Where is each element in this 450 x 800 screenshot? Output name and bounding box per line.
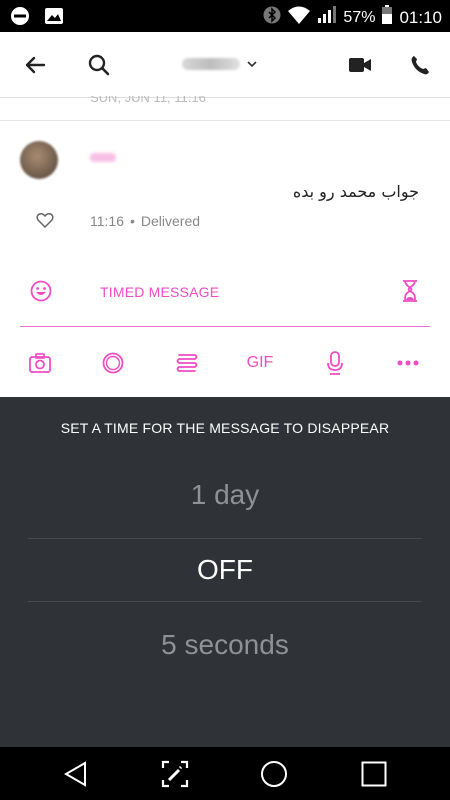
chat-header — [0, 32, 450, 98]
triangle-back-icon — [64, 761, 86, 787]
circle-icon — [102, 352, 124, 374]
nav-home-button[interactable] — [259, 759, 289, 789]
sender-name — [90, 153, 116, 162]
camera-button[interactable] — [26, 350, 54, 376]
meta-separator: • — [130, 213, 135, 229]
phone-icon — [411, 56, 429, 75]
picker-option-off[interactable]: OFF — [0, 554, 450, 586]
battery-percent: 57% — [343, 8, 376, 26]
circle-button[interactable] — [99, 350, 127, 376]
avatar[interactable] — [20, 141, 58, 179]
clock: 01:10 — [399, 7, 442, 27]
composer-toolbar: GIF — [0, 342, 450, 382]
picker-title: SET A TIME FOR THE MESSAGE TO DISAPPEAR — [60, 420, 390, 436]
divider — [0, 120, 450, 121]
bluetooth-icon — [263, 5, 281, 30]
battery-icon — [381, 5, 393, 30]
heart-icon[interactable] — [36, 212, 54, 233]
disappear-time-picker: SET A TIME FOR THE MESSAGE TO DISAPPEAR … — [0, 397, 450, 747]
capture-edit-icon — [161, 760, 189, 788]
timed-message-row: TIMED MESSAGE — [20, 270, 430, 314]
more-button[interactable] — [394, 350, 422, 376]
delivery-status: Delivered — [140, 213, 201, 229]
nav-screenshot-button[interactable] — [160, 759, 190, 789]
picker-divider — [28, 538, 422, 539]
chevron-down-icon[interactable] — [246, 57, 258, 75]
video-call-button[interactable] — [345, 50, 375, 80]
phone-call-button[interactable] — [405, 50, 435, 80]
nav-back-button[interactable] — [61, 759, 91, 789]
doodle-button[interactable] — [173, 350, 201, 376]
picker-divider — [28, 601, 422, 602]
arrow-left-icon — [25, 56, 46, 74]
search-button[interactable] — [84, 50, 114, 80]
status-bar: 57% 01:10 — [0, 0, 450, 32]
gif-button[interactable]: GIF — [246, 350, 274, 376]
doodle-icon — [176, 354, 198, 372]
signal-icon — [317, 5, 337, 30]
hourglass-icon[interactable] — [402, 280, 418, 307]
emoji-icon[interactable] — [30, 280, 52, 307]
picker-option-1-day[interactable]: 1 day — [0, 479, 450, 511]
microphone-icon — [327, 351, 343, 375]
microphone-button[interactable] — [321, 350, 349, 376]
nav-recents-button[interactable] — [359, 759, 389, 789]
previous-timestamp: SUN, JUN 11, 11:16 — [90, 96, 206, 105]
picker-option-5-seconds[interactable]: 5 seconds — [0, 629, 450, 661]
video-camera-icon — [349, 58, 371, 72]
message-text: جواب محمد رو بده — [292, 182, 419, 201]
input-underline — [20, 326, 430, 327]
message-meta: 11:16 • Delivered — [90, 213, 200, 229]
search-icon — [88, 54, 110, 76]
wifi-icon — [287, 5, 311, 30]
recents-square-icon — [361, 761, 387, 787]
back-button[interactable] — [20, 50, 50, 80]
contact-name[interactable] — [182, 58, 240, 70]
navigation-bar — [0, 747, 450, 800]
more-icon — [397, 360, 419, 366]
timed-message-label[interactable]: TIMED MESSAGE — [100, 284, 219, 300]
home-circle-icon — [261, 761, 287, 787]
message-time: 11:16 — [90, 213, 124, 229]
image-icon — [44, 6, 64, 31]
minus-circle-icon — [10, 6, 30, 31]
camera-icon — [29, 353, 51, 373]
